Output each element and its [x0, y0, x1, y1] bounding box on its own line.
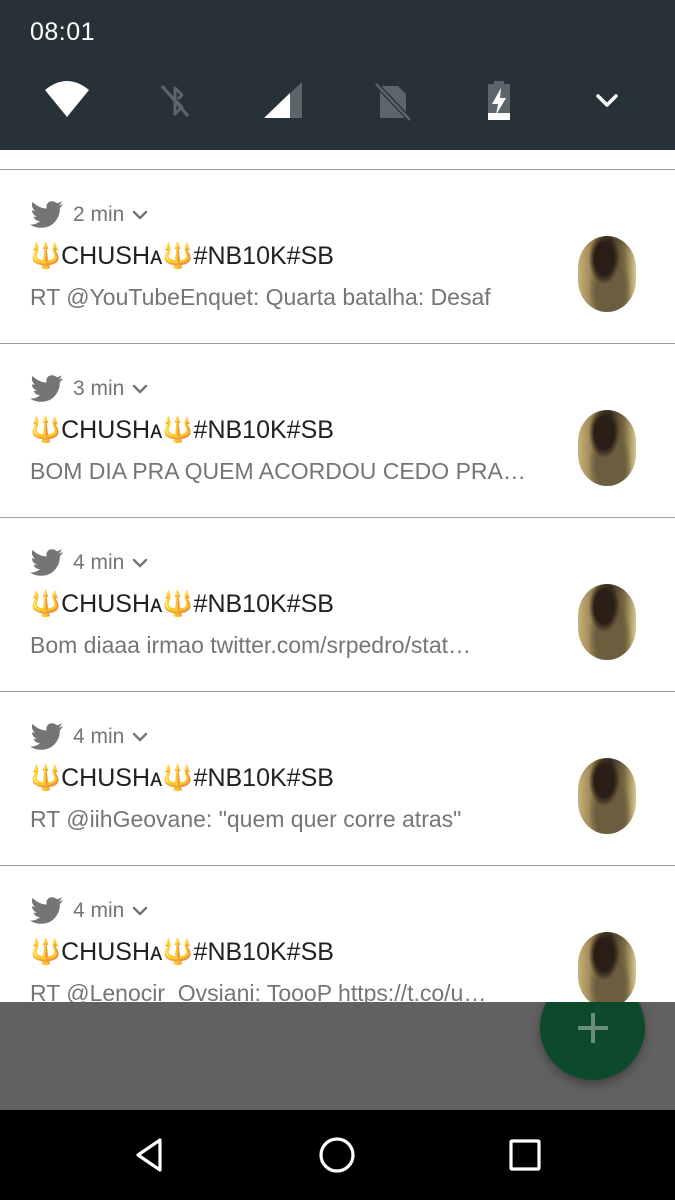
home-icon[interactable] [317, 1135, 357, 1175]
expand-chevron-icon[interactable] [584, 78, 630, 124]
avatar [578, 932, 636, 1002]
status-clock: 08:01 [30, 18, 96, 46]
plus-icon [577, 1012, 608, 1043]
chevron-down-icon[interactable] [132, 383, 148, 395]
notification-header: 4 min [30, 720, 148, 754]
notification-item[interactable]: 4 min 🔱CHUSHᴀ🔱#NB10K#SB Bom diaaa irmao … [0, 518, 675, 692]
notification-time: 4 min [73, 551, 125, 574]
notification-body: BOM DIA PRA QUEM ACORDOU CEDO PRA… [30, 458, 526, 484]
twitter-bird-icon [30, 375, 63, 402]
quick-settings-header: 08:01 [0, 0, 675, 150]
recents-icon[interactable] [505, 1135, 545, 1175]
notification-title: 🔱CHUSHᴀ🔱#NB10K#SB [30, 416, 334, 444]
twitter-bird-icon [30, 897, 63, 924]
notification-item[interactable]: 3 min 🔱CHUSHᴀ🔱#NB10K#SB BOM DIA PRA QUEM… [0, 344, 675, 518]
twitter-bird-icon [30, 201, 63, 228]
notification-time: 2 min [73, 203, 125, 226]
bluetooth-off-icon[interactable] [152, 78, 198, 124]
chevron-down-icon[interactable] [132, 209, 148, 221]
avatar [578, 584, 636, 660]
cell-signal-icon[interactable] [262, 78, 308, 124]
chevron-down-icon[interactable] [132, 557, 148, 569]
avatar [578, 236, 636, 312]
notification-item[interactable]: 2 min 🔱CHUSHᴀ🔱#NB10K#SB RT @YouTubeEnque… [0, 170, 675, 344]
chevron-down-icon[interactable] [132, 731, 148, 743]
notification-body: RT @iihGeovane: "quem quer corre atras" [30, 806, 462, 832]
notification-header: 3 min [30, 372, 148, 406]
notification-time: 4 min [73, 725, 125, 748]
notification-header: 4 min [30, 894, 148, 928]
battery-charging-icon[interactable] [476, 78, 522, 124]
notification-body: RT @YouTubeEnquet: Quarta batalha: Desaf [30, 284, 491, 310]
navigation-bar [0, 1110, 675, 1200]
notification-time: 3 min [73, 377, 125, 400]
notification-title: 🔱CHUSHᴀ🔱#NB10K#SB [30, 938, 334, 966]
notification-panel: 2 min 🔱CHUSHᴀ🔱#NB10K#SB RT @YouTubeEnque… [0, 150, 675, 1002]
notification-time: 4 min [73, 899, 125, 922]
notification-title: 🔱CHUSHᴀ🔱#NB10K#SB [30, 242, 334, 270]
twitter-bird-icon [30, 549, 63, 576]
avatar [578, 410, 636, 486]
notification-title: 🔱CHUSHᴀ🔱#NB10K#SB [30, 590, 334, 618]
no-sim-icon[interactable] [370, 78, 416, 124]
chevron-down-icon[interactable] [132, 905, 148, 917]
notification-item[interactable]: 4 min 🔱CHUSHᴀ🔱#NB10K#SB RT @Lenocir_Ovsi… [0, 866, 675, 1002]
panel-top-divider [0, 150, 675, 170]
notification-header: 4 min [30, 546, 148, 580]
notification-header: 2 min [30, 198, 148, 232]
back-icon[interactable] [130, 1135, 170, 1175]
notification-title: 🔱CHUSHᴀ🔱#NB10K#SB [30, 764, 334, 792]
twitter-bird-icon [30, 723, 63, 750]
notification-body: RT @Lenocir_Ovsiani: ToooP https://t.co/… [30, 980, 487, 1002]
notification-item[interactable]: 4 min 🔱CHUSHᴀ🔱#NB10K#SB RT @iihGeovane: … [0, 692, 675, 866]
wifi-icon[interactable] [44, 78, 90, 124]
notification-body: Bom diaaa irmao twitter.com/srpedro/stat… [30, 632, 471, 658]
avatar [578, 758, 636, 834]
